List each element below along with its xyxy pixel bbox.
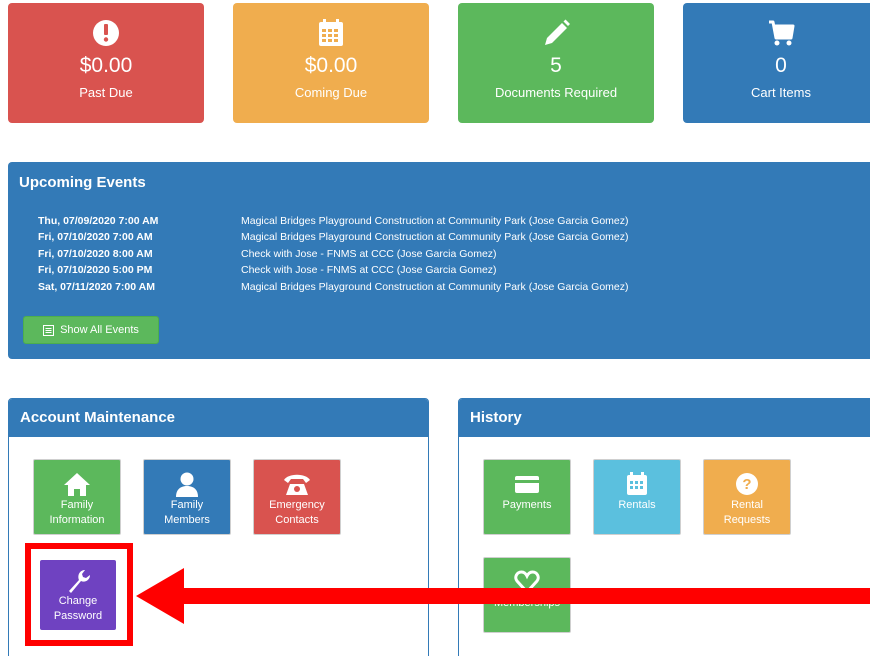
event-date: Fri, 07/10/2020 7:00 AM [38,231,153,243]
rental-requests-label-2: Requests [723,514,771,526]
coming-due-amount: $0.00 [304,54,358,77]
event-text: Check with Jose - FNMS at CCC (Jose Garc… [241,248,497,260]
home-icon [64,473,90,496]
family-members-label-1: Family [170,499,204,511]
past-due-tile[interactable]: $0.00 Past Due [8,3,204,123]
coming-due-tile[interactable]: $0.00 Coming Due [233,3,429,123]
event-text: Check with Jose - FNMS at CCC (Jose Garc… [241,264,497,276]
svg-text:?: ? [742,476,751,493]
highlight-box [25,543,133,646]
family-information-label-1: Family [60,499,94,511]
family-information-label-2: Information [49,514,105,526]
cart-items-count: 0 [775,54,787,77]
list-icon [43,324,55,336]
upcoming-events-title: Upcoming Events [19,174,146,191]
exclamation-circle-icon [93,20,119,46]
rentals-label: Rentals [618,499,656,511]
user-icon [176,472,198,497]
payments-button[interactable]: Payments [483,459,571,535]
annotation-arrow [136,568,870,624]
event-date: Thu, 07/09/2020 7:00 AM [38,215,159,227]
upcoming-events-panel: Upcoming Events Thu, 07/09/2020 7:00 AM … [8,162,870,359]
coming-due-label: Coming Due [294,85,368,100]
family-members-button[interactable]: Family Members [143,459,231,535]
calendar-icon [627,472,647,495]
rental-requests-label-1: Rental [731,499,763,511]
history-title: History [459,399,870,437]
documents-required-tile[interactable]: 5 Documents Required [458,3,654,123]
emergency-contacts-label-1: Emergency [269,499,325,511]
show-all-events-label: Show All Events [60,324,139,336]
event-text: Magical Bridges Playground Construction … [241,215,629,227]
event-date: Fri, 07/10/2020 8:00 AM [38,248,153,260]
event-date: Fri, 07/10/2020 5:00 PM [38,264,153,276]
show-all-events-button[interactable]: Show All Events [23,316,159,344]
emergency-contacts-label-2: Contacts [275,514,319,526]
rental-requests-button[interactable]: ? Rental Requests [703,459,791,535]
cart-items-tile[interactable]: 0 Cart Items [683,3,870,123]
family-information-button[interactable]: Family Information [33,459,121,535]
event-text: Magical Bridges Playground Construction … [241,231,629,243]
cart-items-label: Cart Items [751,85,811,100]
family-members-label-2: Members [164,514,210,526]
question-circle-icon: ? [736,473,758,495]
rentals-button[interactable]: Rentals [593,459,681,535]
payments-label: Payments [502,499,552,511]
event-date: Sat, 07/11/2020 7:00 AM [38,281,155,293]
phone-icon [284,474,310,495]
calendar-icon [319,19,343,46]
event-text: Magical Bridges Playground Construction … [241,281,629,293]
past-due-amount: $0.00 [79,54,133,77]
past-due-label: Past Due [79,85,133,100]
pencil-icon [545,19,570,45]
credit-card-icon [515,476,539,493]
account-maintenance-title: Account Maintenance [9,399,428,437]
cart-icon [769,20,795,46]
documents-required-count: 5 [550,54,562,77]
emergency-contacts-button[interactable]: Emergency Contacts [253,459,341,535]
documents-required-label: Documents Required [494,85,618,100]
